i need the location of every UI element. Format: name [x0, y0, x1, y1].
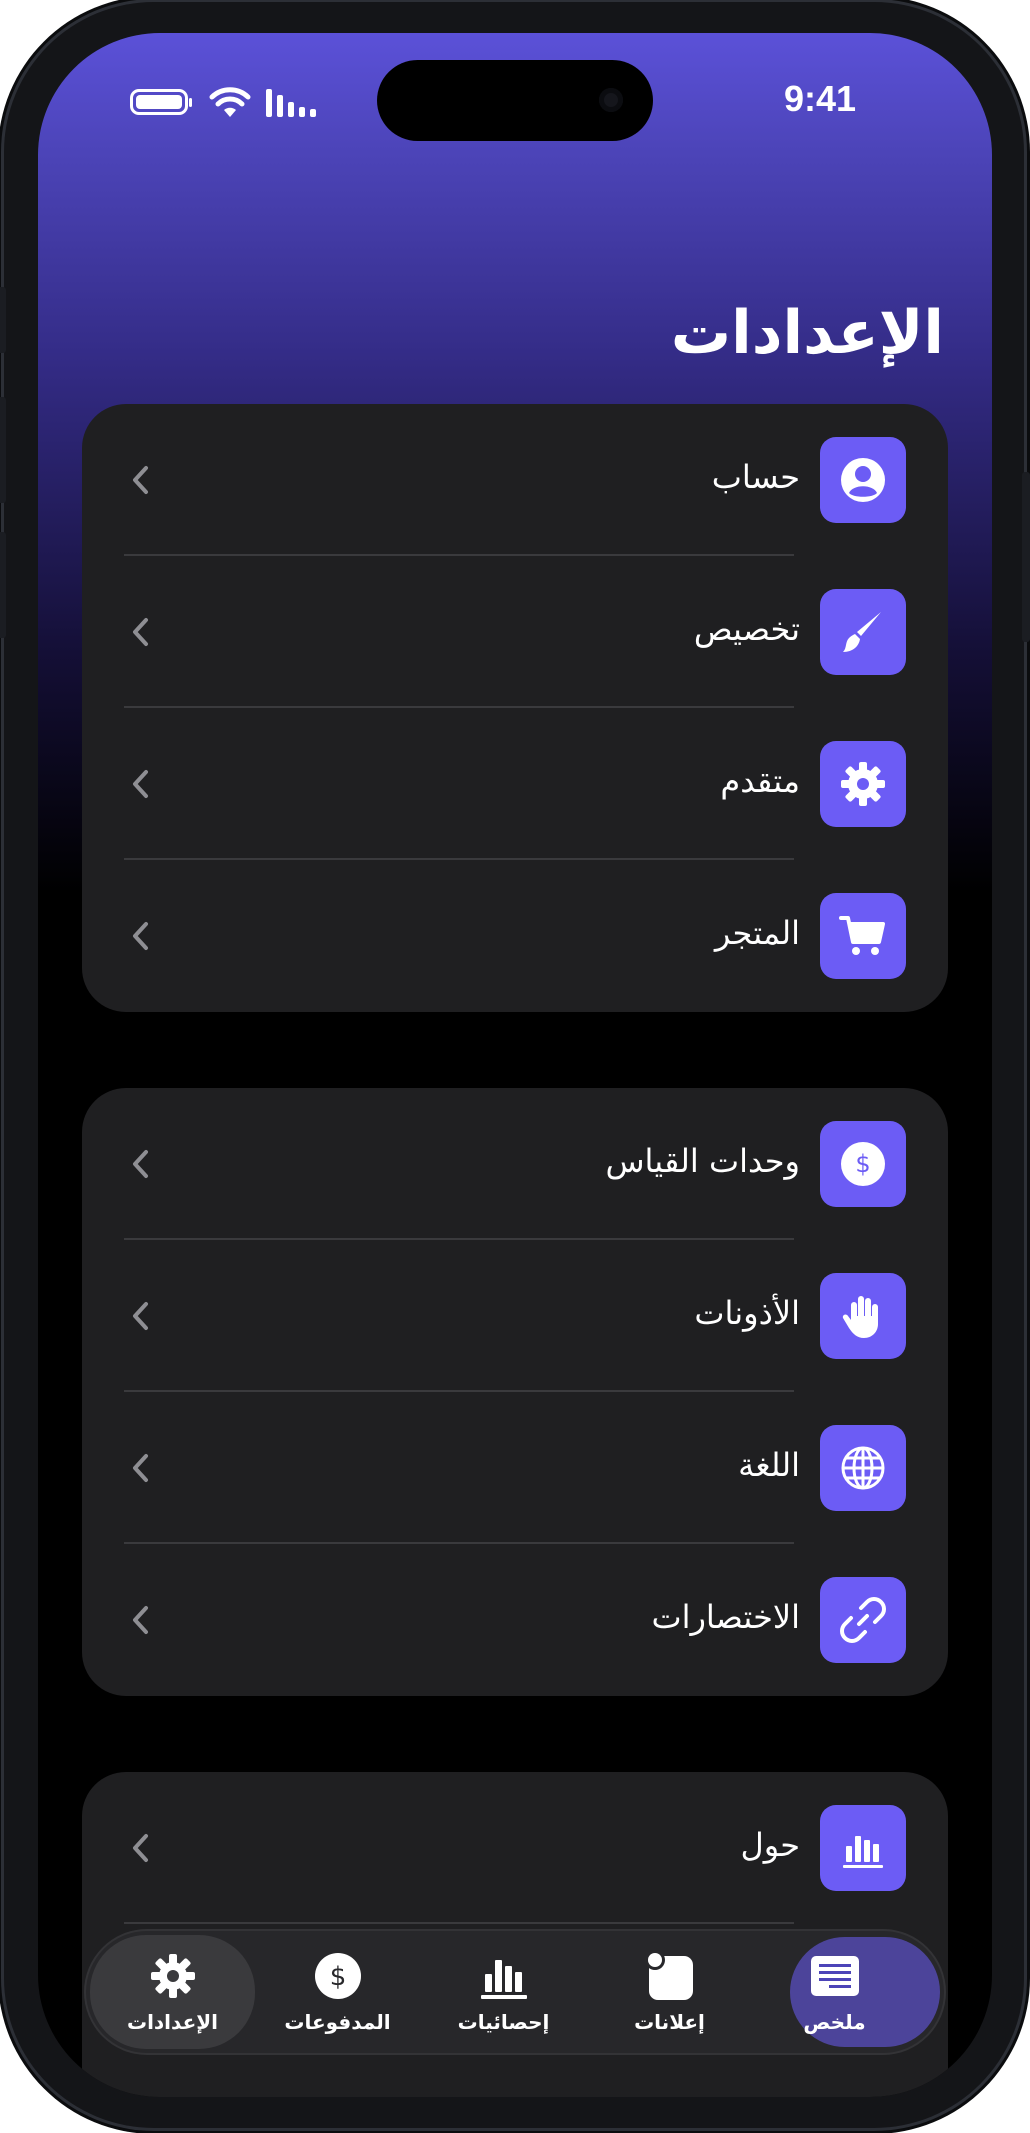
volume-down-button: [0, 532, 6, 638]
tab-label: الإعدادات: [126, 2010, 219, 2034]
chevron-left-icon: [133, 770, 148, 798]
dollar-icon: $: [820, 1121, 906, 1207]
settings-row-label: اللغة: [738, 1446, 800, 1484]
gear-icon: [150, 1954, 195, 1998]
settings-row-account[interactable]: حساب: [82, 404, 948, 556]
settings-row-permissions[interactable]: الأذونات: [82, 1240, 948, 1392]
page-title: الإعدادات: [670, 298, 944, 368]
screen: 9:41 الإعدادات حساب تخصيص متقدم المتجر $…: [38, 33, 992, 2097]
svg-text:$: $: [855, 1150, 870, 1178]
settings-row-label: متقدم: [720, 762, 800, 800]
dynamic-island: [377, 60, 653, 141]
summary-icon: [810, 1956, 859, 1996]
settings-row-store[interactable]: المتجر: [82, 860, 948, 1012]
power-button: [1022, 472, 1030, 642]
chevron-left-icon: [133, 922, 148, 950]
status-time: 9:41: [783, 78, 857, 119]
tab-label: ملخص: [803, 2010, 866, 2034]
chevron-left-icon: [133, 1834, 148, 1862]
chevron-left-icon: [133, 618, 148, 646]
tab-bar: الإعدادات $ المدفوعات إحصائيات إعلانات م…: [84, 1929, 946, 2055]
chevron-left-icon: [133, 1150, 148, 1178]
settings-row-label: المتجر: [714, 914, 800, 952]
notification-icon: [644, 1950, 693, 2000]
wifi-icon: [209, 87, 251, 117]
settings-row-label: الأذونات: [694, 1294, 800, 1332]
action-button: [0, 287, 6, 353]
settings-row-language[interactable]: اللغة: [82, 1392, 948, 1544]
brush-icon: [820, 589, 906, 675]
settings-row-label: تخصيص: [693, 610, 800, 648]
settings-row-customize[interactable]: تخصيص: [82, 556, 948, 708]
hand-icon: [820, 1273, 906, 1359]
tab-label: إحصائيات: [457, 2010, 550, 2034]
settings-row-advanced[interactable]: متقدم: [82, 708, 948, 860]
volume-up-button: [0, 397, 6, 503]
battery-icon: [130, 89, 192, 115]
settings-row-label: حول: [740, 1826, 800, 1864]
settings-row-label: حساب: [711, 458, 800, 496]
chevron-left-icon: [133, 1302, 148, 1330]
settings-group-general: حساب تخصيص متقدم المتجر: [82, 404, 948, 1012]
settings-row-label: الاختصارات: [651, 1598, 800, 1636]
signal-icon: [266, 89, 316, 117]
settings-row-shortcuts[interactable]: الاختصارات: [82, 1544, 948, 1696]
chevron-left-icon: [133, 1606, 148, 1634]
chevron-left-icon: [133, 1454, 148, 1482]
settings-row-units[interactable]: $ وحدات القياس: [82, 1088, 948, 1240]
chevron-left-icon: [133, 466, 148, 494]
tab-statistics[interactable]: إحصائيات: [421, 1929, 586, 2055]
tab-settings[interactable]: الإعدادات: [90, 1935, 255, 2049]
svg-text:$: $: [329, 1962, 346, 1992]
cart-icon: [820, 893, 906, 979]
bar-chart-icon: [480, 1960, 527, 1999]
tab-announcements[interactable]: إعلانات: [587, 1929, 752, 2055]
camera-icon: [599, 88, 623, 112]
tab-summary[interactable]: ملخص: [752, 1929, 917, 2055]
row-divider: [124, 1922, 794, 1924]
tab-payments[interactable]: $ المدفوعات: [255, 1929, 420, 2055]
dollar-icon: $: [314, 1953, 361, 1999]
chart-icon: [820, 1805, 906, 1891]
settings-row-about[interactable]: حول: [82, 1772, 948, 1924]
gear-icon: [820, 741, 906, 827]
tab-label: المدفوعات: [284, 2010, 391, 2034]
settings-row-label: وحدات القياس: [605, 1142, 800, 1180]
account-icon: [820, 437, 906, 523]
settings-group-preferences: $ وحدات القياس الأذونات اللغة الاختصارات: [82, 1088, 948, 1696]
tab-label: إعلانات: [634, 2010, 705, 2034]
link-icon: [820, 1577, 906, 1663]
globe-icon: [820, 1425, 906, 1511]
